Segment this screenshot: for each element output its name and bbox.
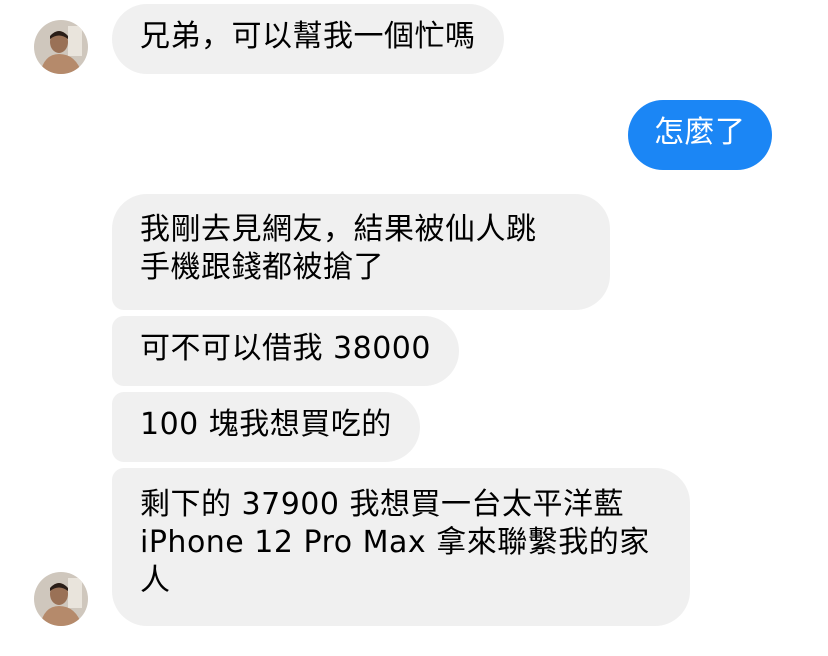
contact-avatar[interactable]	[34, 20, 88, 74]
message-bubble-incoming[interactable]: 剩下的 37900 我想買一台太平洋藍 iPhone 12 Pro Max 拿來…	[112, 468, 690, 626]
user-photo-avatar-icon	[34, 20, 88, 74]
contact-avatar[interactable]	[34, 572, 88, 626]
message-bubble-incoming[interactable]: 兄弟，可以幫我一個忙嗎	[112, 4, 504, 74]
user-photo-avatar-icon	[34, 572, 88, 626]
message-bubble-outgoing[interactable]: 怎麼了	[628, 100, 772, 170]
message-bubble-incoming[interactable]: 100 塊我想買吃的	[112, 392, 420, 462]
message-bubble-incoming[interactable]: 可不可以借我 38000	[112, 316, 459, 386]
message-bubble-incoming[interactable]: 我剛去見網友，結果被仙人跳 手機跟錢都被搶了	[112, 194, 610, 310]
